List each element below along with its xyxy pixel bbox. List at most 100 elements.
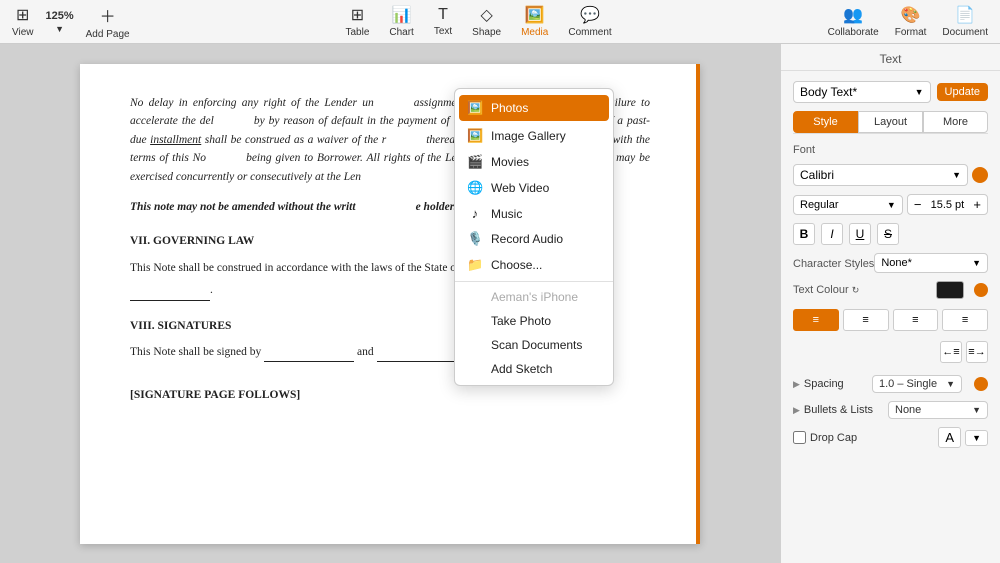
spacing-value: 1.0 – Single [879,378,937,390]
align-center-button[interactable]: ≡ [843,309,889,331]
format-icon: 🎨 [901,5,921,25]
media-label: Media [521,27,548,38]
font-color-indicator [972,167,988,183]
menu-item-aemans-iphone: Aeman's iPhone [455,285,613,309]
comment-icon: 💬 [580,5,600,25]
menu-divider [455,281,613,282]
image-gallery-label: Image Gallery [491,129,566,143]
toolbar-text[interactable]: T Text [434,6,452,37]
dropdown-overlay: 🖼️ Photos 🖼️ Image Gallery 🎬 Movies 🌐 We… [0,88,780,563]
toolbar-add-page[interactable]: ＋ Add Page [86,3,130,40]
spacing-row: ▶ Spacing 1.0 – Single ▼ [793,375,988,393]
spacing-label: Spacing [804,378,844,390]
menu-item-add-sketch[interactable]: Add Sketch [455,357,613,381]
text-label: Text [434,26,452,37]
toolbar-table[interactable]: ⊞ Table [345,5,369,38]
align-right-button[interactable]: ≡ [893,309,939,331]
add-page-icon: ＋ [100,3,116,27]
menu-item-movies[interactable]: 🎬 Movies [455,149,613,175]
aemans-iphone-label: Aeman's iPhone [491,290,578,304]
chart-icon: 📊 [392,5,412,25]
color-swatch[interactable] [936,281,964,299]
style-size-row: Regular ▼ − + [793,194,988,215]
take-photo-label: Take Photo [491,314,551,328]
shape-label: Shape [472,27,501,38]
table-icon: ⊞ [351,5,364,25]
document-icon: 📄 [955,5,975,25]
toolbar-comment[interactable]: 💬 Comment [568,5,611,38]
drop-cap-style-button[interactable]: A [938,427,961,448]
movies-label: Movies [491,155,529,169]
toolbar-media[interactable]: 🖼️ Media [521,5,548,38]
view-label: View [12,27,34,38]
align-left-button[interactable]: ≡ [793,309,839,331]
drop-cap-options-button[interactable]: ▼ [965,430,988,446]
toolbar-view[interactable]: ⊞ View [12,5,34,38]
record-audio-icon: 🎙️ [467,231,483,247]
collaborate-label: Collaborate [828,27,879,38]
menu-item-take-photo[interactable]: Take Photo [455,309,613,333]
font-style-select[interactable]: Regular ▼ [793,195,903,215]
music-icon: ♪ [467,206,483,221]
style-dropdown[interactable]: Body Text* ▼ [793,81,931,103]
menu-item-music[interactable]: ♪ Music [455,201,613,226]
strikethrough-button[interactable]: S [877,223,899,245]
toolbar-collaborate[interactable]: 👥 Collaborate [828,5,879,38]
bullets-select[interactable]: None ▼ [888,401,988,419]
format-label: Format [895,27,927,38]
toolbar-zoom[interactable]: 125% ▼ [46,10,74,34]
toolbar-shape[interactable]: ◇ Shape [472,5,501,38]
char-styles-label: Character Styles [793,258,874,270]
italic-button[interactable]: I [821,223,843,245]
bullets-label: Bullets & Lists [804,404,873,416]
indent-row: ←≡ ≡→ [793,341,988,363]
table-label: Table [345,27,369,38]
plus-btn[interactable]: + [971,197,983,212]
color-circle [974,283,988,297]
bold-button[interactable]: B [793,223,815,245]
minus-btn[interactable]: − [912,197,924,212]
font-row: Calibri ▼ [793,164,988,186]
menu-item-record-audio[interactable]: 🎙️ Record Audio [455,226,613,252]
menu-item-web-video[interactable]: 🌐 Web Video [455,175,613,201]
format-row: B I U S [793,223,988,245]
font-name: Calibri [800,168,834,182]
font-select[interactable]: Calibri ▼ [793,164,968,186]
main-area: No delay in enforcing any right of the L… [0,44,1000,563]
zoom-value: 125% [46,10,74,22]
panel-title: Text [781,44,1000,71]
tab-style[interactable]: Style [793,111,858,133]
underline-button[interactable]: U [849,223,871,245]
menu-item-image-gallery[interactable]: 🖼️ Image Gallery [455,123,613,149]
toolbar-chart[interactable]: 📊 Chart [389,5,413,38]
font-style-value: Regular [800,199,839,211]
indent-decrease-button[interactable]: ←≡ [940,341,962,363]
toolbar-document[interactable]: 📄 Document [942,5,988,38]
comment-label: Comment [568,27,611,38]
text-color-row: Text Colour ↻ [793,281,988,299]
menu-item-choose[interactable]: 📁 Choose... [455,252,613,278]
toolbar-center: ⊞ Table 📊 Chart T Text ◇ Shape 🖼️ Media … [146,5,812,38]
color-swatch-group [936,281,988,299]
drop-cap-checkbox[interactable] [793,431,806,444]
panel-body: Body Text* ▼ Update Style Layout More Fo… [781,71,1000,458]
align-justify-button[interactable]: ≡ [942,309,988,331]
spacing-select[interactable]: 1.0 – Single ▼ [872,375,962,393]
char-style-select[interactable]: None* ▼ [874,253,988,273]
font-size-input[interactable] [925,199,969,211]
toolbar-format[interactable]: 🎨 Format [895,5,927,38]
update-button[interactable]: Update [937,83,988,101]
scan-documents-label: Scan Documents [491,338,582,352]
photos-label: Photos [491,101,528,115]
collaborate-icon: 👥 [843,5,863,25]
menu-item-scan-documents[interactable]: Scan Documents [455,333,613,357]
drop-cap-row: Drop Cap A ▼ [793,427,988,448]
indent-increase-button[interactable]: ≡→ [966,341,988,363]
menu-item-photos[interactable]: 🖼️ Photos [459,95,609,121]
music-label: Music [491,207,522,221]
media-icon: 🖼️ [525,5,545,25]
tab-layout[interactable]: Layout [858,111,923,133]
tab-more[interactable]: More [923,111,988,133]
toolbar-left: ⊞ View 125% ▼ ＋ Add Page [12,3,130,40]
style-chevron: ▼ [915,87,924,97]
